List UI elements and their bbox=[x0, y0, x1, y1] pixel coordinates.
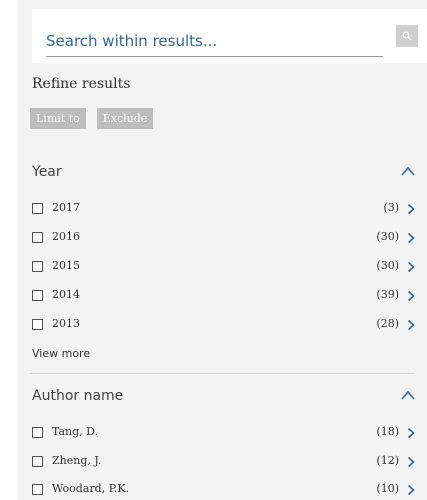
facet-count: (3) bbox=[383, 201, 399, 214]
year-section-title: Year bbox=[32, 164, 62, 180]
chevron-up-icon[interactable] bbox=[401, 165, 415, 177]
chevron-right-icon[interactable] bbox=[407, 456, 415, 468]
facet-count: (30) bbox=[376, 230, 399, 243]
facet-count: (30) bbox=[376, 259, 399, 272]
refine-panel: Refine results Limit to Exclude Year 201… bbox=[18, 0, 427, 500]
exclude-button[interactable]: Exclude bbox=[96, 108, 154, 129]
chevron-right-icon[interactable] bbox=[407, 484, 415, 496]
facet-row-year-2014[interactable]: 2014 (39) bbox=[32, 287, 415, 305]
search-button[interactable] bbox=[396, 25, 418, 47]
facet-label: 2015 bbox=[52, 259, 80, 272]
chevron-right-icon[interactable] bbox=[407, 232, 415, 244]
facet-label: 2017 bbox=[52, 201, 80, 214]
author-section-title: Author name bbox=[32, 388, 124, 404]
refine-buttons: Limit to Exclude bbox=[30, 108, 154, 129]
facet-row-year-2013[interactable]: 2013 (28) bbox=[32, 316, 415, 334]
facet-count: (28) bbox=[376, 317, 399, 330]
search-box bbox=[32, 9, 427, 63]
facet-label: 2013 bbox=[52, 317, 80, 330]
facet-label: Tang, D. bbox=[52, 425, 99, 438]
chevron-right-icon[interactable] bbox=[407, 261, 415, 273]
checkbox[interactable] bbox=[32, 232, 43, 243]
checkbox[interactable] bbox=[32, 484, 43, 495]
chevron-up-icon[interactable] bbox=[401, 389, 415, 401]
search-icon bbox=[402, 31, 412, 41]
view-more-link[interactable]: View more bbox=[32, 347, 90, 360]
facet-row-year-2016[interactable]: 2016 (30) bbox=[32, 229, 415, 247]
year-section-header[interactable]: Year bbox=[32, 161, 415, 183]
author-section-header[interactable]: Author name bbox=[32, 385, 415, 407]
checkbox[interactable] bbox=[32, 456, 43, 467]
chevron-right-icon[interactable] bbox=[407, 290, 415, 302]
search-input[interactable] bbox=[46, 26, 383, 57]
facet-count: (10) bbox=[376, 482, 399, 495]
facet-label: 2014 bbox=[52, 288, 80, 301]
facet-row-author-woodard[interactable]: Woodard, P.K. (10) bbox=[32, 481, 415, 499]
facet-label: 2016 bbox=[52, 230, 80, 243]
facet-label: Woodard, P.K. bbox=[52, 482, 130, 495]
divider bbox=[30, 373, 415, 374]
checkbox[interactable] bbox=[32, 261, 43, 272]
checkbox[interactable] bbox=[32, 319, 43, 330]
facet-label: Zheng, J. bbox=[52, 454, 102, 467]
facet-row-author-zheng[interactable]: Zheng, J. (12) bbox=[32, 453, 415, 471]
limit-to-button[interactable]: Limit to bbox=[30, 108, 86, 129]
facet-row-author-tang[interactable]: Tang, D. (18) bbox=[32, 424, 415, 442]
facet-count: (12) bbox=[376, 454, 399, 467]
checkbox[interactable] bbox=[32, 290, 43, 301]
facet-row-year-2015[interactable]: 2015 (30) bbox=[32, 258, 415, 276]
checkbox[interactable] bbox=[32, 203, 43, 214]
chevron-right-icon[interactable] bbox=[407, 427, 415, 439]
chevron-right-icon[interactable] bbox=[407, 319, 415, 331]
facet-row-year-2017[interactable]: 2017 (3) bbox=[32, 200, 415, 218]
facet-count: (18) bbox=[376, 425, 399, 438]
refine-results-title: Refine results bbox=[32, 76, 131, 92]
facet-count: (39) bbox=[376, 288, 399, 301]
checkbox[interactable] bbox=[32, 427, 43, 438]
chevron-right-icon[interactable] bbox=[407, 203, 415, 215]
